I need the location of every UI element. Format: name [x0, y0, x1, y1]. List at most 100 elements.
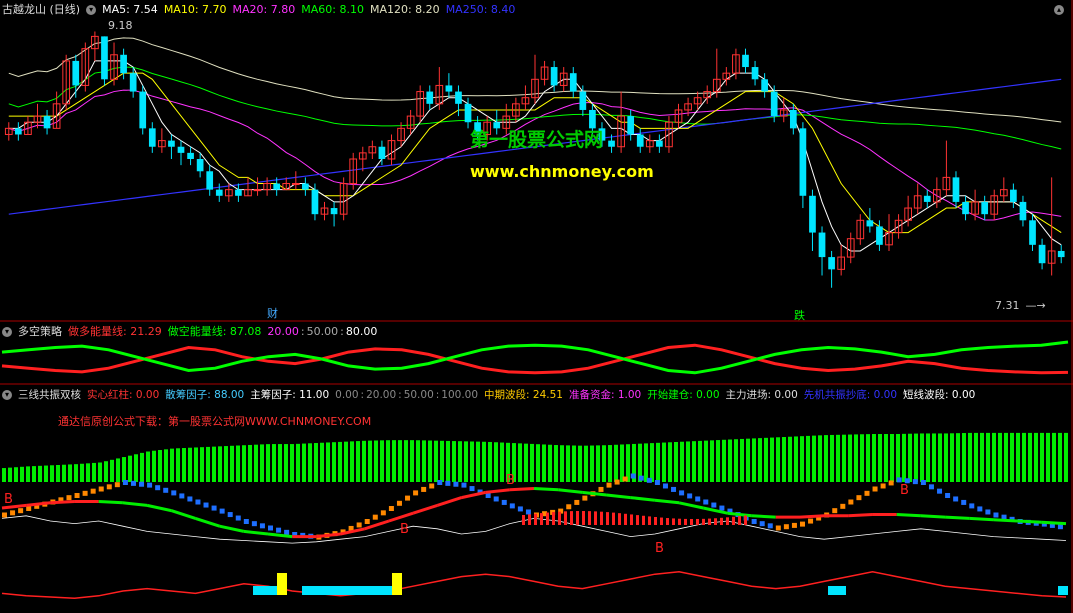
mid-wave-block — [259, 523, 265, 529]
scatter-factor-bar — [152, 450, 156, 482]
dropdown-icon[interactable]: ▾ — [86, 5, 97, 15]
panel2-title[interactable]: 多空策略 — [18, 325, 62, 338]
scatter-factor-bar — [944, 433, 948, 482]
dropdown-icon[interactable]: ▾ — [2, 327, 12, 337]
red-accum-bar — [570, 511, 573, 525]
trend-line — [219, 524, 245, 533]
red-accum-bar — [552, 512, 555, 525]
red-accum-bar — [606, 512, 609, 525]
ma250-value: MA250: 8.40 — [445, 3, 516, 16]
red-accum-bar — [522, 515, 525, 525]
triple-resonance-panel[interactable]: B B B B B — [1, 432, 1068, 599]
prep-fund: 准备资金: 1.00 — [568, 389, 642, 401]
red-accum-bar — [738, 516, 741, 525]
mid-wave-block — [437, 480, 443, 485]
scatter-factor-bar — [590, 445, 594, 482]
scatter-factor-bar — [212, 446, 216, 482]
high-price-label: 9.18 — [108, 19, 133, 32]
drop-event-marker[interactable]: 跌 — [794, 309, 805, 323]
settings-icon[interactable]: ▴ — [1054, 3, 1070, 17]
candle-body-down — [302, 183, 309, 190]
scatter-factor-bar — [440, 440, 444, 482]
candlestick-panel[interactable] — [4, 31, 1065, 288]
buy-signal-marker: B — [655, 541, 664, 556]
long-short-strategy-panel[interactable] — [1, 340, 1069, 375]
scatter-factor-bar — [368, 440, 372, 482]
mid-wave-block — [630, 473, 636, 479]
scatter-factor-bar — [536, 444, 540, 482]
scatter-factor-bar — [686, 441, 690, 482]
trend-line — [678, 501, 704, 510]
dropdown-icon[interactable]: ▾ — [2, 390, 12, 400]
energy-line — [1, 343, 1069, 375]
scatter-factor-bar — [266, 444, 270, 482]
signal-bar — [302, 586, 394, 595]
red-accum-bar — [636, 515, 639, 525]
scatter-factor-bar — [2, 468, 6, 482]
mid-wave-block — [147, 482, 153, 488]
scatter-factor-bar — [524, 443, 528, 482]
main-chart-header: 古越龙山 (日线) ▾ MA5: 7.54 MA10: 7.70 MA20: 7.80 M… — [2, 3, 521, 17]
scatter-factor-bar — [314, 443, 318, 482]
mid-wave-block — [66, 495, 72, 501]
scatter-factor-bar — [866, 434, 870, 482]
mid-wave-block — [243, 519, 249, 524]
mid-wave-block — [856, 495, 862, 501]
scatter-factor-bar — [656, 442, 660, 482]
scatter-factor-bar — [110, 459, 114, 482]
mid-wave-block — [622, 476, 628, 482]
trend-line — [533, 487, 559, 492]
scatter-factor-bar — [416, 440, 420, 482]
mid-wave-block — [832, 508, 838, 514]
candle-body-down — [196, 159, 204, 172]
scatter-factor-bar — [884, 434, 888, 482]
mid-wave-block — [211, 505, 217, 511]
mid-wave-block — [372, 514, 378, 520]
scatter-factor-bar — [674, 442, 678, 482]
mid-wave-block — [711, 502, 717, 508]
candle-body-down — [828, 257, 835, 270]
scatter-factor-bar — [680, 441, 684, 482]
scatter-factor-bar — [290, 444, 294, 482]
scatter-factor-bar — [962, 433, 966, 482]
mid-wave-block — [888, 480, 894, 486]
red-accum-bar — [546, 512, 549, 525]
ma120-value: MA120: 8.20 — [369, 3, 440, 16]
scatter-factor-bar — [1016, 432, 1020, 482]
scatter-factor-bar — [86, 463, 90, 482]
mid-wave-block — [614, 479, 620, 485]
mid-wave-block — [106, 484, 112, 490]
candle-body-down — [235, 189, 242, 196]
stock-title[interactable]: 古越龙山 (日线) — [2, 3, 80, 16]
mid-wave-block — [82, 490, 88, 496]
mid-wave-block — [122, 480, 128, 485]
panel3-title[interactable]: 三线共振双核 — [18, 389, 81, 401]
scatter-factor-bar — [452, 441, 456, 482]
scatter-factor-bar — [386, 440, 390, 482]
mid-wave-block — [10, 510, 16, 516]
mid-wave-block — [646, 477, 652, 483]
scatter-factor-bar — [476, 441, 480, 482]
scatter-factor-bar — [296, 443, 300, 482]
mid-wave-block — [525, 509, 531, 515]
trend-line — [558, 488, 583, 494]
candle-body-down — [1029, 220, 1036, 245]
scatter-factor-bar — [236, 445, 240, 482]
trend-line — [630, 496, 656, 502]
scatter-factor-bar — [488, 441, 492, 482]
scatter-factor-bar — [980, 432, 984, 482]
scatter-factor-bar — [836, 434, 840, 482]
scatter-factor-bar — [242, 445, 246, 482]
scatter-factor-bar — [98, 462, 102, 482]
finance-event-marker[interactable]: 财 — [267, 307, 278, 321]
candle-body-down — [120, 54, 127, 74]
ma5-value: MA5: 7.54 — [102, 3, 158, 16]
candle-body-down — [761, 79, 768, 92]
scatter-factor-bar — [566, 445, 570, 482]
red-bar-value: 实心红柱: 0.00 — [87, 389, 160, 401]
mid-wave-block — [163, 487, 169, 493]
scatter-factor-bar — [1064, 432, 1068, 482]
candle-body-down — [608, 140, 615, 147]
mid-wave-block — [276, 527, 282, 533]
candle-body-down — [923, 195, 931, 202]
